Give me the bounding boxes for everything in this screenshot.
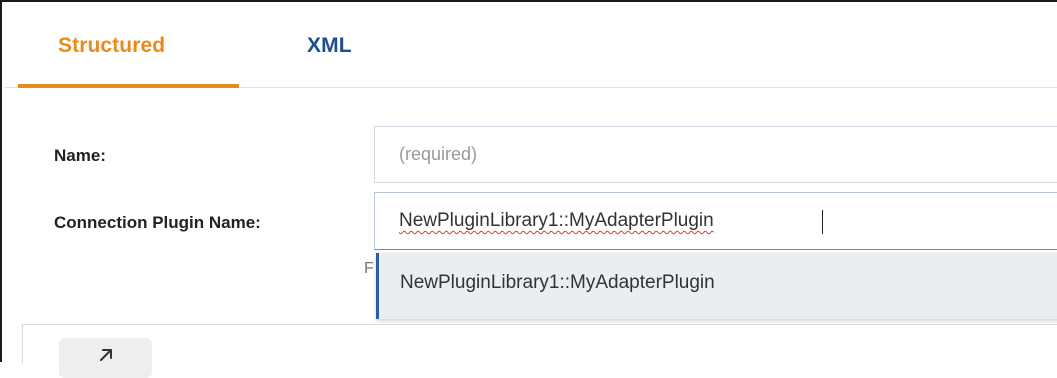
name-label: Name: [54, 146, 106, 165]
name-placeholder: (required) [399, 144, 478, 164]
expand-button[interactable] [59, 338, 152, 378]
plugin-name-label: Connection Plugin Name: [54, 213, 261, 232]
arrow-up-right-icon [100, 349, 112, 361]
text-caret [822, 210, 823, 234]
active-tab-indicator [18, 84, 239, 88]
autocomplete-option[interactable]: NewPluginLibrary1::MyAdapterPlugin [400, 272, 715, 294]
plugin-name-value: NewPluginLibrary1::MyAdapterPlugin [399, 210, 714, 231]
field-hint: F [364, 260, 374, 277]
lower-panel [22, 324, 1057, 378]
tab-xml[interactable]: XML [307, 34, 352, 58]
tab-bar: Structured XML [4, 4, 1057, 88]
tab-structured[interactable]: Structured [58, 34, 165, 58]
autocomplete-dropdown: NewPluginLibrary1::MyAdapterPlugin [376, 253, 1057, 319]
plugin-name-field[interactable]: NewPluginLibrary1::MyAdapterPlugin [374, 192, 1057, 250]
name-field[interactable]: (required) [374, 126, 1057, 183]
dialog-frame: Structured XML Name: (required) Connecti… [0, 0, 1057, 378]
